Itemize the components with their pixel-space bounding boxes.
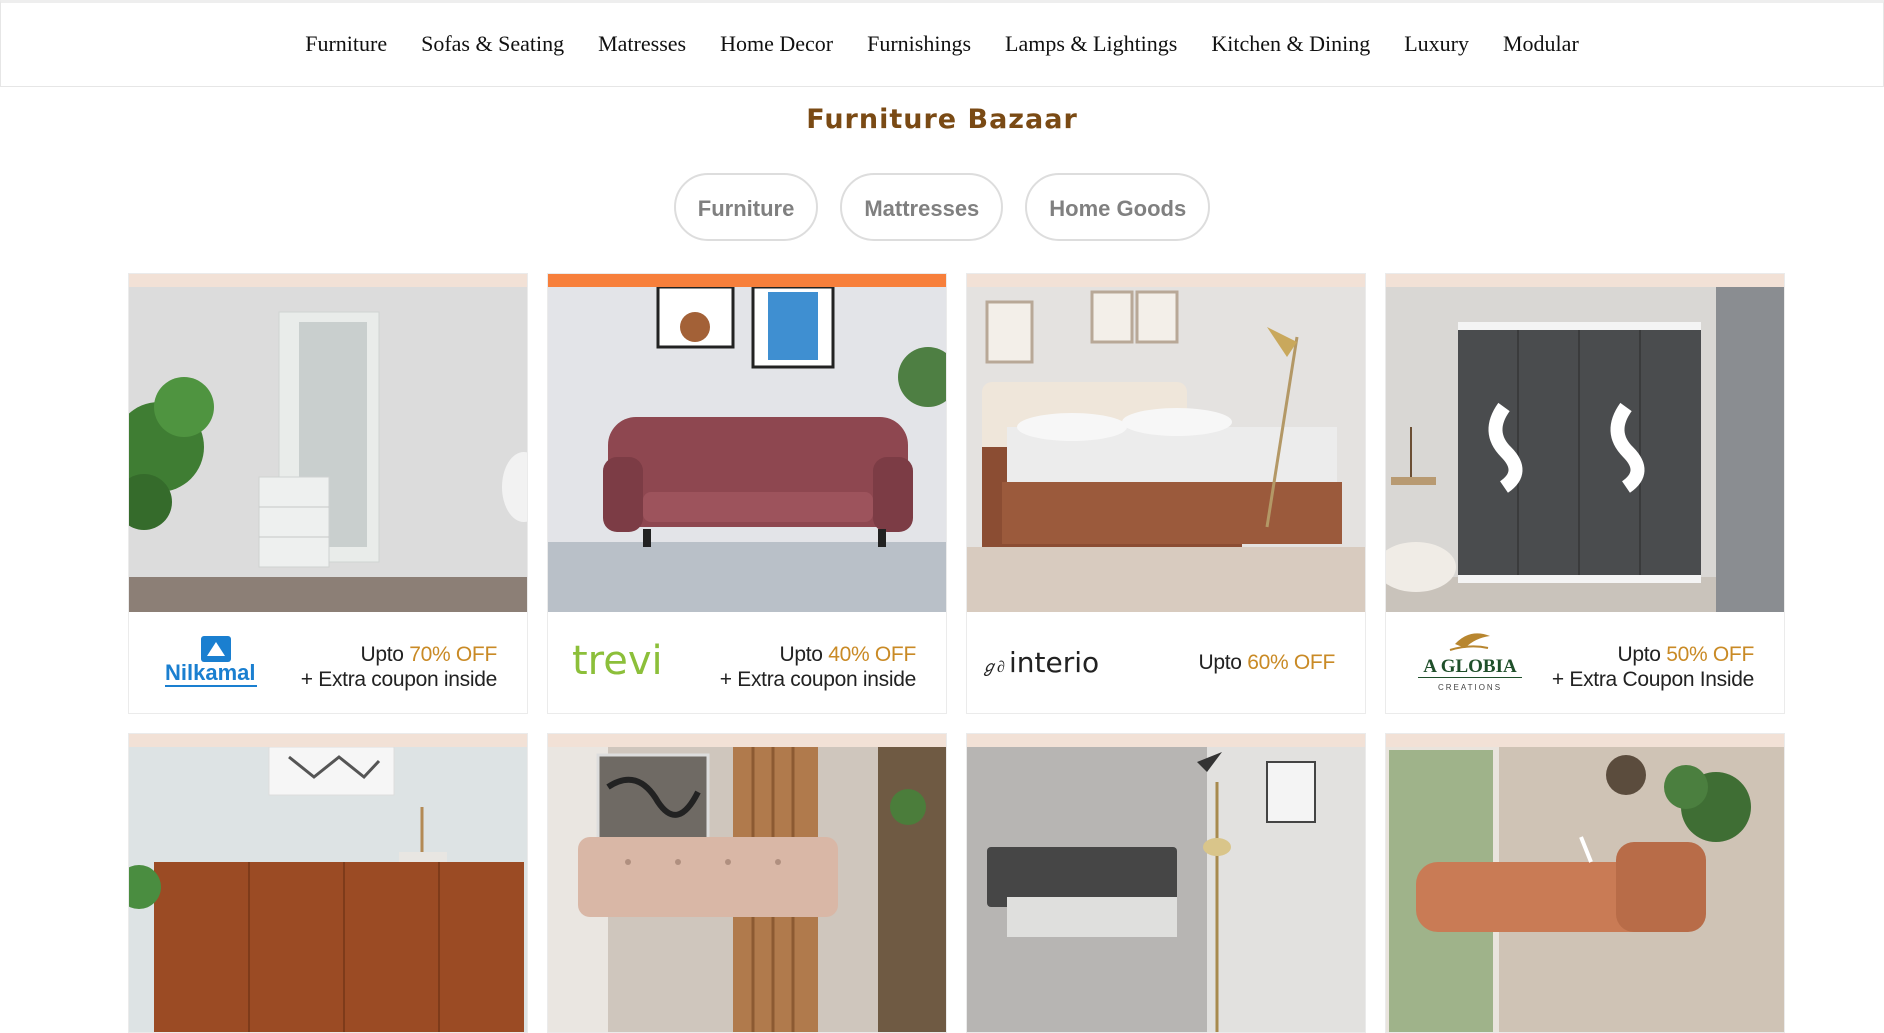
nav-item-furnishings[interactable]: Furnishings <box>867 31 971 57</box>
brand-logo-a-globia: A GLOBIA CREATIONS <box>1410 630 1530 699</box>
product-image-recliner <box>1386 747 1784 1032</box>
brand-logo-trevi: trevi <box>570 638 700 687</box>
card-footer: Nilkamal Upto 70% OFF + Extra coupon ins… <box>129 612 527 713</box>
offer-percent: 70% OFF <box>409 643 497 666</box>
category-pills: Furniture Mattresses Home Goods <box>0 173 1884 241</box>
offer-prefix: Upto <box>1617 643 1667 666</box>
offer-prefix: Upto <box>1198 651 1248 674</box>
offer-text: Upto 70% OFF + Extra coupon inside <box>300 642 498 692</box>
card-top-strip <box>1386 734 1784 747</box>
deal-card-a-globia[interactable]: A GLOBIA CREATIONS Upto 50% OFF + Extra … <box>1385 273 1785 714</box>
section-title: Furniture Bazaar <box>806 104 1078 135</box>
card-top-strip <box>129 274 527 287</box>
offer-percent: 40% OFF <box>828 643 916 666</box>
deal-card-row2-bedroom[interactable] <box>547 733 947 1033</box>
pill-mattresses[interactable]: Mattresses <box>840 173 1004 241</box>
card-top-strip-active <box>548 274 946 287</box>
brand-logo-interio: ℊ∂ interio <box>981 642 1121 687</box>
product-image-sideboard <box>129 747 527 1032</box>
offer-prefix: Upto <box>779 643 829 666</box>
offer-prefix: Upto <box>360 643 410 666</box>
card-footer: trevi Upto 40% OFF + Extra coupon inside <box>548 612 946 713</box>
nav-item-matresses[interactable]: Matresses <box>598 31 686 57</box>
brand-sub-creations: CREATIONS <box>1438 683 1502 692</box>
pill-home-goods[interactable]: Home Goods <box>1025 173 1211 241</box>
product-image-dresser <box>129 287 527 612</box>
deal-card-row2-bed[interactable] <box>966 733 1366 1033</box>
deal-card-trevi[interactable]: trevi Upto 40% OFF + Extra coupon inside <box>547 273 947 714</box>
card-footer: ℊ∂ interio Upto 60% OFF <box>967 612 1365 713</box>
product-image-bedroom <box>548 747 946 1032</box>
nav-item-sofas-seating[interactable]: Sofas & Seating <box>421 31 564 57</box>
product-image-wardrobe <box>1386 287 1784 612</box>
nav-item-luxury[interactable]: Luxury <box>1404 31 1469 57</box>
deal-card-interio[interactable]: ℊ∂ interio Upto 60% OFF <box>966 273 1366 714</box>
brand-name-a-globia: A GLOBIA <box>1423 656 1517 677</box>
nav-item-modular[interactable]: Modular <box>1503 31 1579 57</box>
category-nav: Furniture Sofas & Seating Matresses Home… <box>1 31 1883 57</box>
offer-percent: 50% OFF <box>1666 643 1754 666</box>
product-image-sofa <box>548 287 946 612</box>
deal-card-row2-sideboard[interactable] <box>128 733 528 1033</box>
pill-furniture[interactable]: Furniture <box>673 173 819 241</box>
brand-godrej-script-icon: ℊ∂ <box>981 659 1005 676</box>
card-footer: A GLOBIA CREATIONS Upto 50% OFF + Extra … <box>1386 612 1784 713</box>
card-top-strip <box>548 734 946 747</box>
offer-extra: + Extra Coupon Inside <box>1551 668 1754 691</box>
product-image-grey-bed <box>967 747 1365 1032</box>
offer-extra: + Extra coupon inside <box>300 668 498 691</box>
top-navigation-bar: Furniture Sofas & Seating Matresses Home… <box>0 0 1884 87</box>
nav-item-furniture[interactable]: Furniture <box>305 31 387 57</box>
brand-logo-nilkamal: Nilkamal <box>163 634 263 695</box>
offer-percent: 60% OFF <box>1247 651 1335 674</box>
card-top-strip <box>1386 274 1784 287</box>
deal-card-row2-recliner[interactable] <box>1385 733 1785 1033</box>
nav-item-kitchen-dining[interactable]: Kitchen & Dining <box>1211 31 1370 57</box>
offer-extra: + Extra coupon inside <box>719 668 917 691</box>
card-top-strip <box>967 734 1365 747</box>
product-image-bed <box>967 287 1365 612</box>
brand-name-trevi: trevi <box>572 638 663 682</box>
card-top-strip <box>129 734 527 747</box>
brand-name-interio: interio <box>1009 646 1099 679</box>
offer-text: Upto 50% OFF + Extra Coupon Inside <box>1552 642 1754 692</box>
nav-item-home-decor[interactable]: Home Decor <box>720 31 833 57</box>
card-top-strip <box>967 274 1365 287</box>
nav-item-lamps-lightings[interactable]: Lamps & Lightings <box>1005 31 1177 57</box>
offer-text: Upto 60% OFF <box>1198 650 1336 675</box>
deal-card-nilkamal[interactable]: Nilkamal Upto 70% OFF + Extra coupon ins… <box>128 273 528 714</box>
offer-text: Upto 40% OFF + Extra coupon inside <box>719 642 917 692</box>
brand-name-nilkamal: Nilkamal <box>165 660 256 685</box>
